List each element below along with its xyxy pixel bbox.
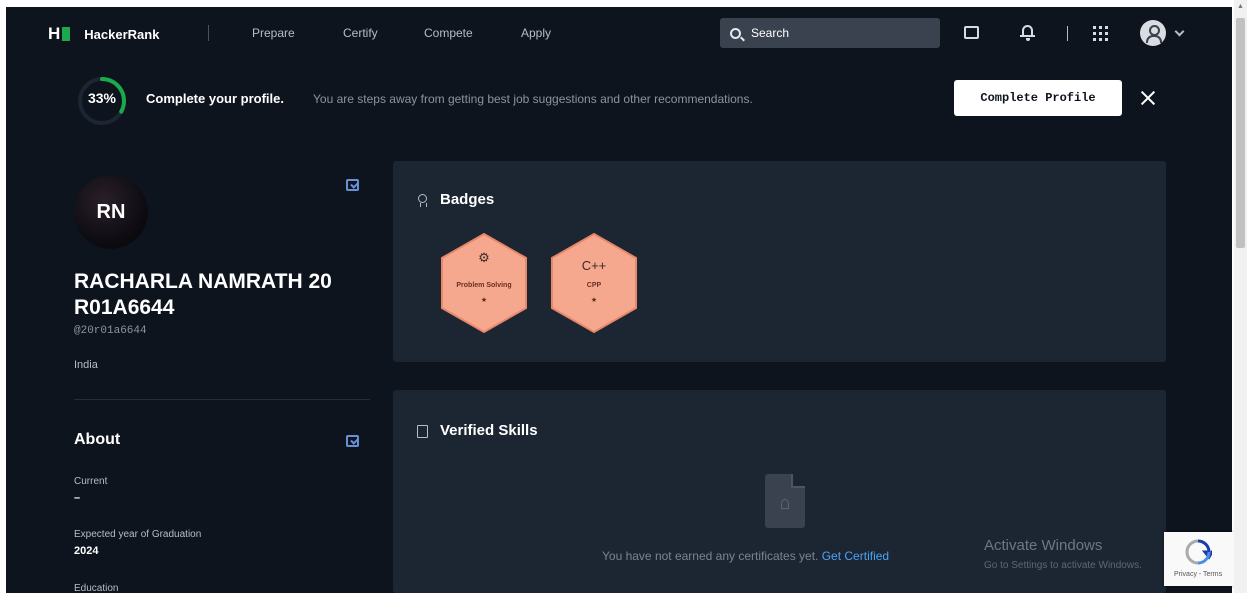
empty-certificate-icon	[765, 474, 805, 528]
edit-profile-icon[interactable]	[346, 179, 359, 191]
scrollbar-thumb[interactable]	[1236, 18, 1245, 248]
badge-cpp[interactable]: C++ CPP ★	[549, 232, 639, 334]
profile-username: @20r01a6644	[74, 325, 147, 337]
chevron-down-icon[interactable]	[1174, 26, 1185, 37]
user-avatar-icon[interactable]	[1140, 20, 1166, 46]
nav-link-apply[interactable]: Apply	[521, 26, 551, 40]
medal-icon	[418, 194, 427, 207]
section-divider	[74, 399, 370, 400]
banner-subtitle: You are steps away from getting best job…	[313, 92, 753, 106]
nav-link-compete[interactable]: Compete	[424, 26, 473, 40]
about-title: About	[74, 431, 121, 448]
recaptcha-icon	[1185, 539, 1212, 565]
banner-title: Complete your profile.	[146, 91, 284, 106]
about-field-label: Expected year of Graduation	[74, 529, 202, 540]
brand-name: HackerRank	[84, 26, 160, 42]
nav-separator	[208, 25, 209, 41]
search-icon	[730, 27, 741, 39]
cpp-icon: C++	[581, 258, 607, 273]
logo-bar	[62, 27, 71, 41]
document-icon	[417, 425, 428, 438]
badge-star-icon: ★	[480, 297, 488, 304]
badge-problem-solving[interactable]: ⚙ Problem Solving ★	[439, 232, 529, 334]
about-field-label: Education	[74, 583, 119, 593]
profile-completion-banner: 33% Complete your profile. You are steps…	[6, 65, 1232, 135]
empty-state-text: You have not earned any certificates yet…	[602, 549, 819, 563]
nav-link-certify[interactable]: Certify	[343, 26, 378, 40]
close-icon[interactable]	[1139, 89, 1157, 107]
search-input[interactable]	[751, 26, 921, 40]
badge-label: CPP	[586, 282, 602, 289]
search-box[interactable]	[720, 18, 940, 48]
about-field-value: –	[74, 492, 81, 504]
complete-profile-button[interactable]: Complete Profile	[954, 80, 1122, 116]
problem-solving-icon: ⚙	[478, 250, 490, 265]
profile-avatar: RN	[74, 175, 148, 249]
nav-link-prepare[interactable]: Prepare	[252, 26, 295, 40]
about-field-value: 2024	[74, 545, 99, 557]
page-scrollbar[interactable]: ▲	[1234, 0, 1247, 593]
badges-card: Badges ⚙ Problem Solving ★ C++ CPP ★	[393, 161, 1166, 362]
verified-skills-title: Verified Skills	[440, 422, 538, 439]
activate-windows-subtitle: Go to Settings to activate Windows.	[984, 560, 1142, 571]
about-field-label: Current	[74, 476, 108, 487]
recaptcha-terms[interactable]: Privacy - Terms	[1174, 571, 1222, 578]
top-navbar: H HackerRank Prepare Certify Compete App…	[6, 7, 1232, 60]
empty-state-message: You have not earned any certificates yet…	[602, 549, 889, 563]
scroll-up-arrow-icon[interactable]: ▲	[1237, 3, 1244, 10]
messages-icon[interactable]	[964, 26, 979, 39]
notifications-bell-icon[interactable]	[1019, 24, 1037, 42]
badge-star-icon: ★	[590, 297, 598, 304]
edit-about-icon[interactable]	[346, 435, 359, 447]
badges-title: Badges	[440, 191, 495, 208]
get-certified-link[interactable]: Get Certified	[822, 549, 889, 563]
hackerrank-logo[interactable]: H HackerRank	[48, 24, 159, 44]
recaptcha-widget[interactable]: Privacy - Terms	[1164, 532, 1234, 586]
app-frame: H HackerRank Prepare Certify Compete App…	[6, 7, 1232, 593]
badge-label: Problem Solving	[456, 282, 512, 289]
progress-percent: 33%	[87, 90, 117, 106]
logo-mark: H	[48, 24, 60, 43]
profile-country: India	[74, 359, 98, 371]
nav-divider	[1067, 26, 1068, 41]
apps-grid-icon[interactable]	[1093, 26, 1108, 41]
profile-name: RACHARLA NAMRATH 20 R01A6644	[74, 270, 332, 319]
activate-windows-title: Activate Windows	[984, 537, 1103, 554]
